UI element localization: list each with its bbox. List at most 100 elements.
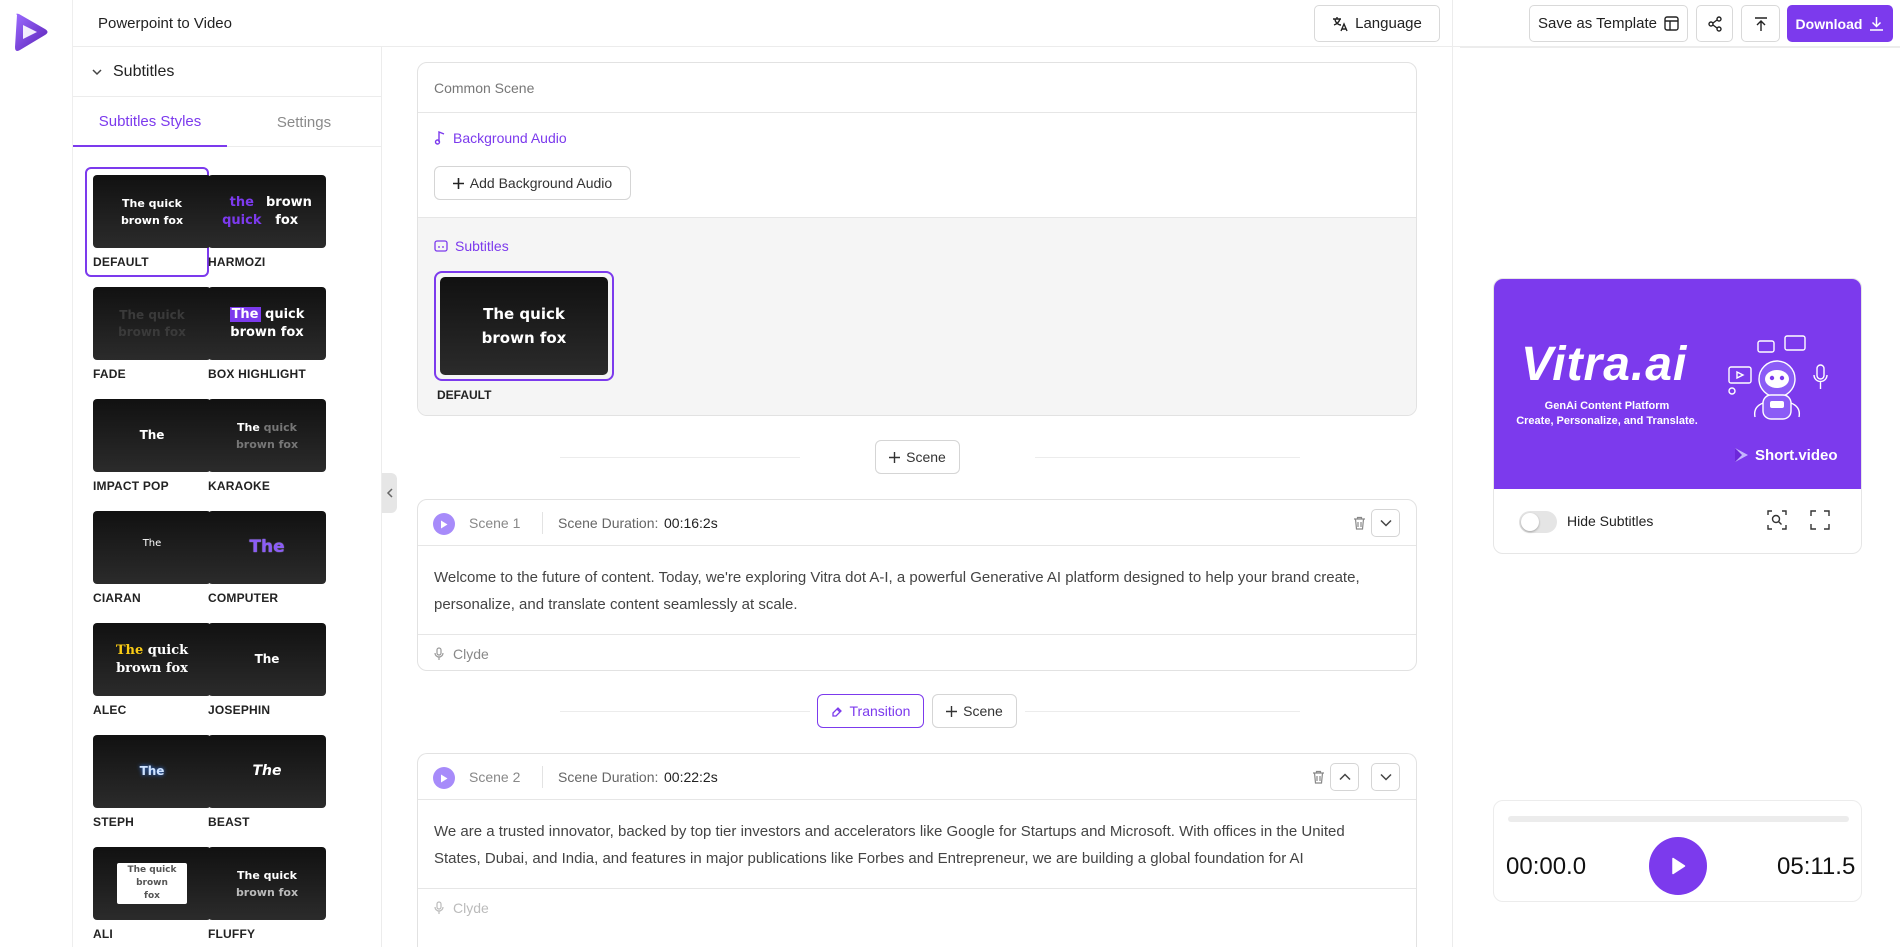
collapse-scene-button[interactable]: [1371, 509, 1400, 537]
preview-frame[interactable]: Vitra.ai GenAi Content Platform Create, …: [1494, 279, 1861, 489]
style-card-josephin[interactable]: The JOSEPHIN: [200, 615, 326, 725]
style-preview: The quick brown fox: [208, 399, 326, 472]
captions-icon: [434, 240, 448, 252]
delete-scene-button[interactable]: [1345, 509, 1374, 537]
hide-subtitles-toggle[interactable]: [1519, 511, 1557, 533]
share-button[interactable]: [1696, 5, 1733, 42]
style-preview: The: [208, 511, 326, 584]
total-time: 05:11.5: [1777, 853, 1856, 880]
scene-header: Scene 2 Scene Duration: 00:22:2s: [418, 754, 1416, 800]
subtitle-tabs: Subtitles Styles Settings: [73, 97, 381, 147]
tab-settings[interactable]: Settings: [227, 97, 381, 147]
divider: [1035, 457, 1300, 458]
chevron-down-icon: [1379, 773, 1392, 781]
style-card-harmozi[interactable]: the quick brown fox HARMOZI: [200, 167, 326, 277]
add-scene-button[interactable]: Scene: [932, 694, 1017, 728]
play-icon: [441, 774, 448, 782]
subtitles-heading: Subtitles: [434, 238, 509, 254]
style-preview: The quick brown fox: [208, 287, 326, 360]
subtitles-section-header[interactable]: Subtitles: [73, 47, 381, 97]
section-title: Subtitles: [113, 62, 175, 80]
add-background-audio-button[interactable]: Add Background Audio: [434, 166, 631, 200]
style-name: FLUFFY: [208, 927, 256, 941]
scene-name[interactable]: Scene 2: [469, 769, 520, 785]
play-scene-button[interactable]: [433, 513, 455, 535]
style-card-fluffy[interactable]: The quick brown fox FLUFFY: [200, 839, 326, 947]
play-scene-button[interactable]: [433, 767, 455, 789]
style-card-alec[interactable]: The quick brown fox ALEC: [85, 615, 211, 725]
scene-header: Scene 1 Scene Duration: 00:16:2s: [418, 500, 1416, 546]
robot-illustration: [1719, 333, 1839, 433]
collapse-panel-handle[interactable]: [382, 473, 397, 513]
current-time: 00:00.0: [1506, 853, 1587, 880]
style-card-default[interactable]: The quick brown fox DEFAULT: [85, 167, 211, 277]
delete-scene-button[interactable]: [1304, 763, 1333, 791]
scene-duration-value: 00:16:2s: [664, 515, 718, 531]
style-card-steph[interactable]: The STEPH: [85, 727, 211, 837]
microphone-icon: [434, 900, 444, 914]
style-card-ali[interactable]: The quick brown fox ALI: [85, 839, 211, 947]
transition-icon: [831, 706, 842, 717]
style-preview: The: [93, 735, 211, 808]
voice-row[interactable]: Clyde: [418, 888, 1416, 926]
zoom-in-button[interactable]: [1767, 510, 1787, 530]
move-scene-up-button[interactable]: [1330, 763, 1359, 791]
language-button[interactable]: Language: [1314, 5, 1440, 42]
voice-name: Clyde: [453, 645, 489, 662]
style-card-ciaran[interactable]: The CIARAN: [85, 503, 211, 613]
playback-progress-bar[interactable]: [1508, 816, 1849, 822]
style-preview-highlight: the quick: [222, 194, 262, 228]
divider: [1460, 47, 1900, 48]
download-button[interactable]: Download: [1787, 5, 1893, 42]
style-name: BOX HIGHLIGHT: [208, 367, 306, 381]
add-scene-button[interactable]: Scene: [875, 440, 960, 474]
background-audio-heading: Background Audio: [434, 130, 567, 146]
brand-tagline: GenAi Content Platform Create, Personali…: [1494, 399, 1720, 429]
fullscreen-button[interactable]: [1810, 510, 1830, 530]
separator: [542, 766, 543, 788]
style-card-computer[interactable]: The COMPUTER: [200, 503, 326, 613]
hide-subtitles-label: Hide Subtitles: [1567, 513, 1654, 529]
project-title[interactable]: Powerpoint to Video: [98, 15, 232, 32]
app-rail: [0, 0, 73, 947]
style-preview: The quick brown fox: [93, 175, 211, 248]
transition-button[interactable]: Transition: [817, 694, 924, 728]
upload-button[interactable]: [1741, 5, 1780, 42]
subtitles-label: Subtitles: [455, 238, 509, 254]
chevron-down-icon: [91, 66, 103, 78]
style-card-box-highlight[interactable]: The quick brown fox BOX HIGHLIGHT: [200, 279, 326, 389]
divider: [1025, 711, 1300, 712]
music-note-icon: [434, 131, 446, 145]
style-preview: The quick brown fox: [93, 287, 211, 360]
scene-card: Scene 1 Scene Duration: 00:16:2s Welcome…: [417, 499, 1417, 671]
scene-script-text[interactable]: Welcome to the future of content. Today,…: [434, 564, 1394, 618]
scene-script-text[interactable]: We are a trusted innovator, backed by to…: [434, 818, 1394, 872]
layout-icon: [1664, 16, 1679, 31]
plus-icon: [452, 177, 464, 189]
tagline-line-2: Create, Personalize, and Translate.: [1516, 415, 1698, 427]
play-button[interactable]: [1649, 837, 1707, 895]
save-as-template-button[interactable]: Save as Template: [1529, 5, 1688, 42]
toggle-knob: [1521, 513, 1539, 531]
style-card-karaoke[interactable]: The quick brown fox KARAOKE: [200, 391, 326, 501]
scene-card: Scene 2 Scene Duration: 00:22:2s We are …: [417, 753, 1417, 947]
divider: [1452, 0, 1453, 947]
collapse-scene-button[interactable]: [1371, 763, 1400, 791]
video-preview: Vitra.ai GenAi Content Platform Create, …: [1493, 278, 1862, 554]
app-logo[interactable]: [11, 11, 51, 53]
style-name: ALEC: [93, 703, 127, 717]
voice-row[interactable]: Clyde: [418, 634, 1416, 670]
scene-duration-label: Scene Duration:: [558, 769, 659, 785]
background-audio-label: Background Audio: [453, 130, 567, 146]
save-template-label: Save as Template: [1538, 15, 1657, 32]
tab-subtitles-styles[interactable]: Subtitles Styles: [73, 97, 227, 147]
divider: [560, 711, 810, 712]
style-card-impact-pop[interactable]: The IMPACT POP: [85, 391, 211, 501]
selected-subtitle-style[interactable]: The quick brown fox: [434, 271, 614, 381]
style-card-beast[interactable]: The BEAST: [200, 727, 326, 837]
style-name: COMPUTER: [208, 591, 279, 605]
plus-icon: [946, 705, 958, 717]
style-card-fade[interactable]: The quick brown fox FADE: [85, 279, 211, 389]
scene-name[interactable]: Scene 1: [469, 515, 520, 531]
style-preview: the quick brown fox: [208, 175, 326, 248]
